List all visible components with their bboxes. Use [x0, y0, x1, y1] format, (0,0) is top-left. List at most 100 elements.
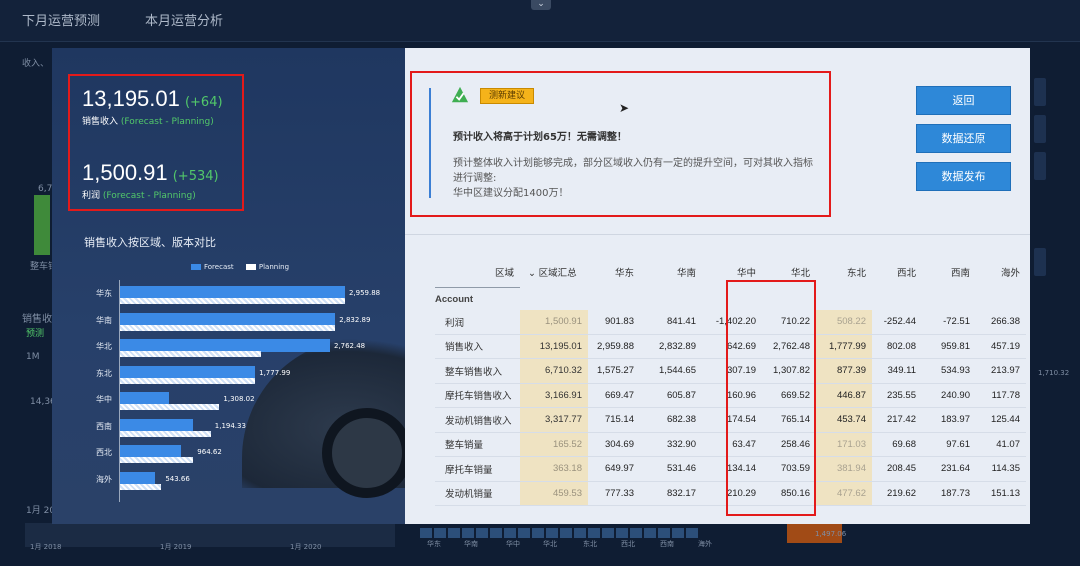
value-cell[interactable]: 69.68: [872, 433, 922, 457]
value-cell[interactable]: 534.93: [922, 359, 976, 384]
total-cell[interactable]: 13,195.01: [520, 334, 588, 359]
value-cell[interactable]: 213.97: [976, 359, 1026, 384]
publish-data-button[interactable]: 数据发布: [916, 162, 1011, 191]
row-label: 销售收入: [435, 335, 520, 359]
kpi-profit: 1,500.91 (+534) 利润 (Forecast - Planning): [82, 160, 219, 201]
value-cell[interactable]: 457.19: [976, 335, 1026, 359]
planning-bar[interactable]: [120, 298, 345, 304]
value-cell[interactable]: 125.44: [976, 408, 1026, 433]
planning-bar[interactable]: [120, 457, 194, 463]
tab-this-month-analysis[interactable]: 本月运营分析: [145, 10, 223, 29]
value-cell[interactable]: 183.97: [922, 408, 976, 433]
legend-planning[interactable]: Planning: [245, 263, 289, 271]
value-cell[interactable]: 219.62: [872, 482, 922, 506]
value-cell[interactable]: 2,959.88: [588, 335, 640, 359]
back-button[interactable]: 返回: [916, 86, 1011, 115]
planning-bar[interactable]: [120, 430, 211, 437]
chart-title: 销售收入按区域、版本对比: [84, 236, 216, 249]
suggestion-badge: 测新建议: [480, 88, 535, 104]
value-cell[interactable]: 381.94: [816, 457, 872, 482]
planning-bar[interactable]: [120, 324, 336, 331]
value-cell[interactable]: 235.55: [872, 384, 922, 408]
value-cell[interactable]: 777.33: [588, 482, 640, 506]
value-cell[interactable]: 332.90: [640, 433, 702, 457]
value-cell[interactable]: 217.42: [872, 408, 922, 433]
value-cell[interactable]: 171.03: [816, 432, 872, 457]
total-cell[interactable]: 363.18: [520, 457, 588, 482]
tab-next-month-forecast[interactable]: 下月运营预测: [22, 10, 100, 29]
planning-bar[interactable]: [120, 483, 162, 490]
bg-timeline[interactable]: [25, 523, 395, 547]
value-cell[interactable]: 1,777.99: [816, 334, 872, 359]
value-cell[interactable]: 266.38: [976, 310, 1026, 335]
suggestion-text: 华中区建议分配1400万！: [453, 188, 569, 199]
planning-bar[interactable]: [120, 377, 256, 384]
chevron-down-icon[interactable]: ⌄: [528, 268, 536, 279]
value-cell[interactable]: 901.83: [588, 310, 640, 335]
col-header: 西南: [950, 268, 970, 279]
value-cell[interactable]: 349.11: [872, 359, 922, 384]
bg-region-label: 华东: [427, 540, 441, 548]
kpi-sublabel: (Forecast - Planning): [102, 191, 196, 201]
mouse-cursor-icon: ➤: [619, 101, 630, 115]
value-cell[interactable]: 117.78: [976, 384, 1026, 408]
value-cell[interactable]: 877.39: [816, 359, 872, 384]
bg-region-label: 西北: [621, 540, 635, 548]
bg-year-2020: 1月 2020: [290, 543, 322, 551]
value-cell[interactable]: -252.44: [872, 310, 922, 335]
value-cell[interactable]: 151.13: [976, 482, 1026, 506]
total-cell[interactable]: 3,166.91: [520, 383, 588, 408]
total-cell[interactable]: 459.53: [520, 481, 588, 506]
value-cell[interactable]: 508.22: [816, 310, 872, 335]
total-cell[interactable]: 1,500.91: [520, 310, 588, 335]
bar-value-label: 2,762.48: [333, 342, 366, 350]
value-cell[interactable]: 304.69: [588, 433, 640, 457]
value-cell[interactable]: 477.62: [816, 481, 872, 506]
value-cell[interactable]: 669.47: [588, 384, 640, 408]
bg-right-val: 1,710.32: [1038, 369, 1070, 377]
value-cell[interactable]: 41.07: [976, 433, 1026, 457]
planning-bar[interactable]: [120, 404, 220, 410]
value-cell[interactable]: 446.87: [816, 383, 872, 408]
value-cell[interactable]: 114.35: [976, 457, 1026, 482]
value-cell[interactable]: 832.17: [640, 482, 702, 506]
bg-income-label: 收入、: [22, 59, 50, 69]
collapse-chevron-icon[interactable]: ⌄: [531, 0, 551, 10]
value-cell[interactable]: 959.81: [922, 335, 976, 359]
value-cell[interactable]: 802.08: [872, 335, 922, 359]
legend-forecast[interactable]: Forecast: [191, 263, 234, 271]
legend-swatch: [245, 264, 256, 270]
value-cell[interactable]: 649.97: [588, 457, 640, 482]
car-wheel-image: [322, 408, 405, 498]
category-label: 西南: [96, 421, 112, 431]
category-label: 华北: [96, 342, 112, 351]
kpi-label: 利润: [82, 191, 101, 201]
total-cell[interactable]: 3,317.77: [520, 408, 588, 433]
suggestion-accent-line: [429, 88, 431, 198]
total-cell[interactable]: 165.52: [520, 432, 588, 457]
value-cell[interactable]: 1,544.65: [640, 359, 702, 384]
value-cell[interactable]: 531.46: [640, 457, 702, 482]
value-cell[interactable]: 97.61: [922, 433, 976, 457]
value-cell[interactable]: 841.41: [640, 310, 702, 335]
value-cell[interactable]: 231.64: [922, 457, 976, 482]
suggestion-text: 预计整体收入计划能够完成，部分区域收入仍有一定的提升空间，可对其收入指标进行调整…: [453, 158, 813, 184]
row-label: 整车销量: [435, 433, 520, 457]
value-cell[interactable]: 453.74: [816, 408, 872, 433]
total-cell[interactable]: 6,710.32: [520, 359, 588, 384]
value-cell[interactable]: 208.45: [872, 457, 922, 482]
value-cell[interactable]: 2,832.89: [640, 335, 702, 359]
bar-value-label: 543.66: [165, 474, 190, 483]
value-cell[interactable]: 682.38: [640, 408, 702, 433]
legend-swatch: [191, 264, 201, 270]
planning-bar[interactable]: [120, 351, 261, 357]
value-cell[interactable]: -72.51: [922, 310, 976, 335]
value-cell[interactable]: 240.90: [922, 384, 976, 408]
value-cell[interactable]: 187.73: [922, 482, 976, 506]
value-cell[interactable]: 1,575.27: [588, 359, 640, 384]
restore-data-button[interactable]: 数据还原: [916, 124, 1011, 153]
total-header[interactable]: ⌄ 区域汇总: [520, 256, 588, 288]
region-header: 区域: [435, 256, 520, 288]
value-cell[interactable]: 715.14: [588, 408, 640, 433]
value-cell[interactable]: 605.87: [640, 384, 702, 408]
